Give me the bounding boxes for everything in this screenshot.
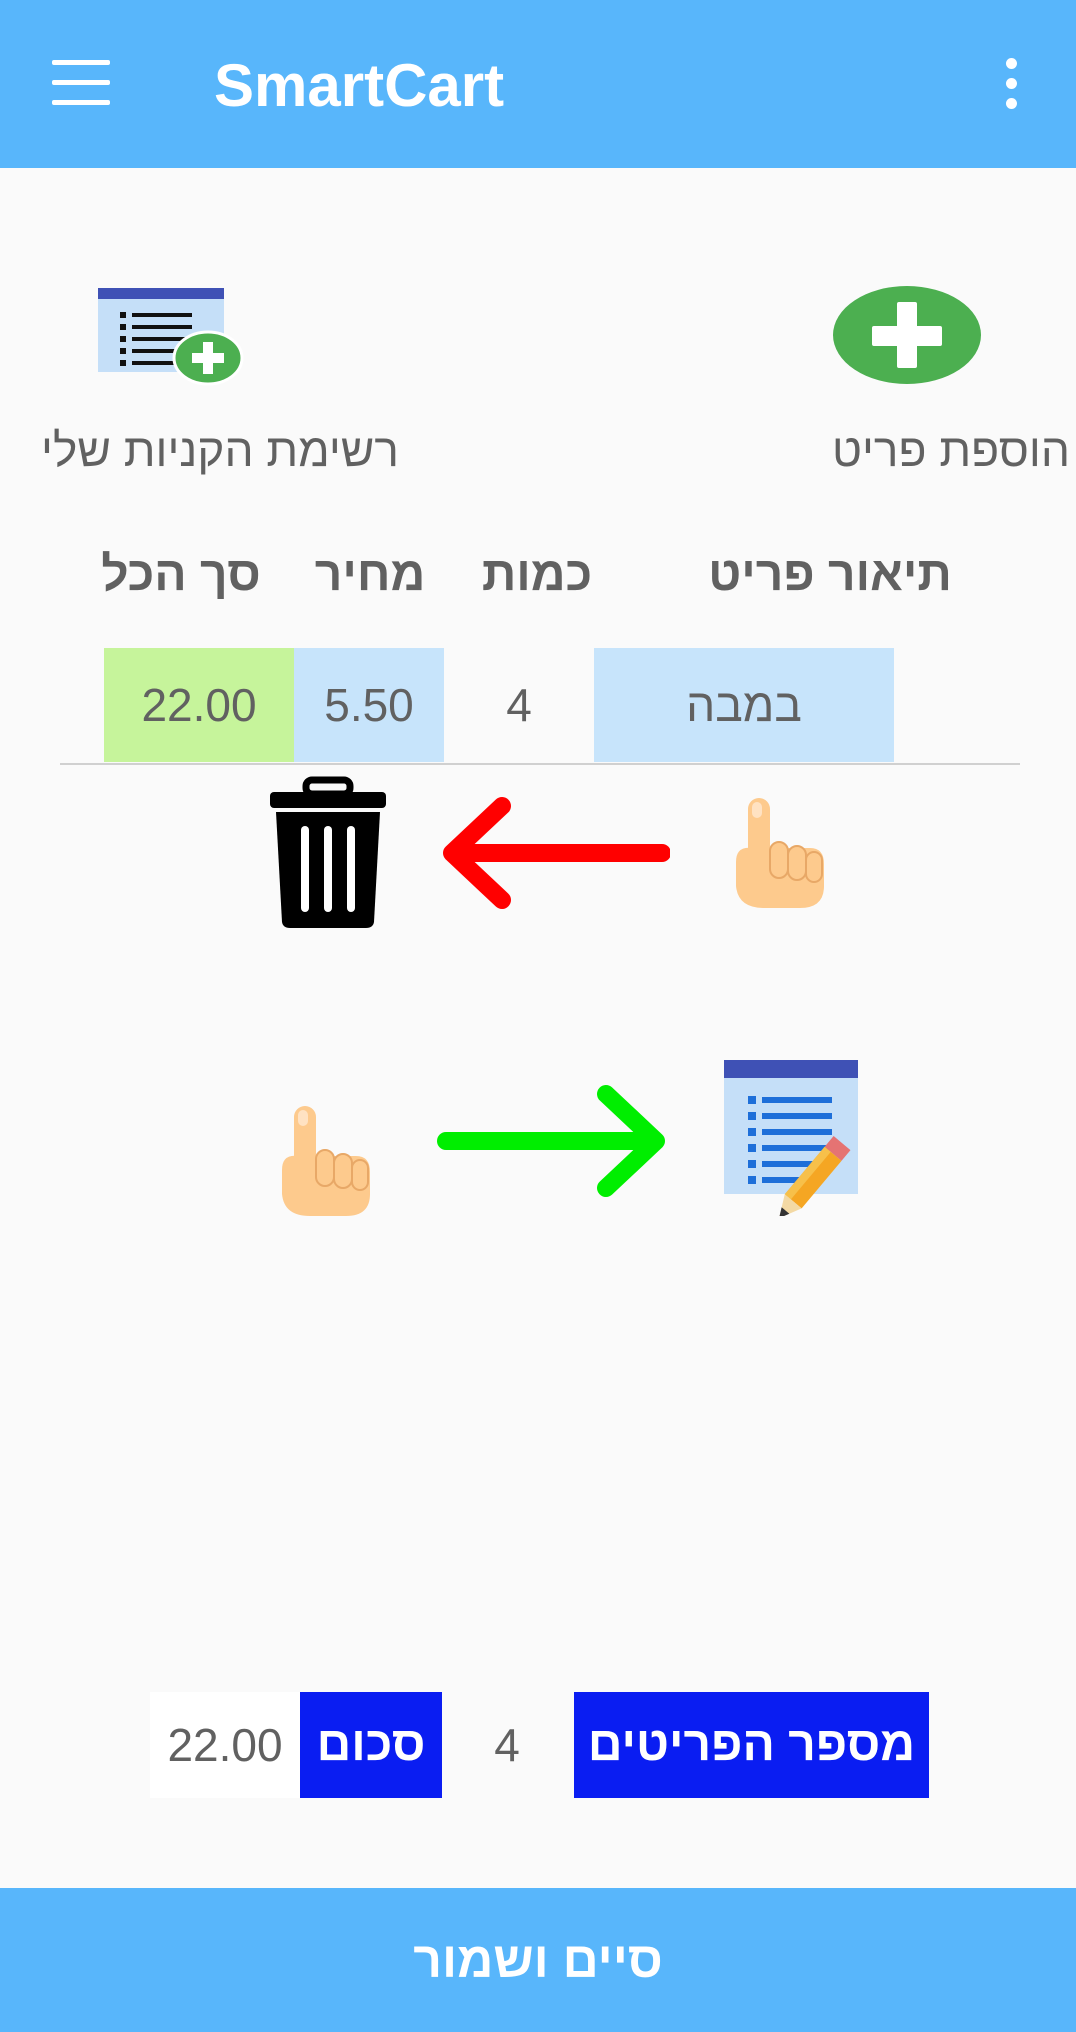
add-item-label[interactable]: הוספת פריט [780,420,1070,480]
arrow-left-icon [443,797,670,909]
header-description: תיאור פריט [708,548,952,601]
pointing-hand-icon [736,798,824,908]
sum-value: 22.00 [150,1692,300,1798]
finish-and-save-button[interactable]: סיים ושמור [0,1888,1076,2032]
sum-label: סכום [300,1692,442,1798]
list-add-icon [98,288,244,386]
items-count-label: מספר הפריטים [574,1692,929,1798]
app-title: SmartCart [214,52,505,119]
header-price: מחיר [314,548,426,601]
edit-list-icon [724,1060,858,1216]
pointing-hand-icon [282,1106,370,1216]
cell-description[interactable]: במבה [594,648,894,762]
more-vert-icon[interactable] [996,56,1032,112]
row-divider [60,763,1020,765]
add-circle-icon [833,286,981,384]
cell-price[interactable]: 5.50 [294,648,444,762]
hamburger-menu-icon[interactable] [52,60,114,108]
my-shopping-list-label[interactable]: רשימת הקניות שלי [30,420,410,480]
items-count-value: 4 [494,1719,520,1771]
add-item-button[interactable] [810,280,1000,400]
header-quantity: כמות [481,548,593,601]
app-bar: SmartCart [0,0,1076,168]
arrow-right-icon [437,1085,665,1197]
my-shopping-list-button[interactable] [96,284,248,394]
trash-icon [270,776,386,928]
header-total: סך הכל [101,548,261,601]
cell-quantity[interactable]: 4 [444,648,594,762]
cell-total[interactable]: 22.00 [104,648,294,762]
